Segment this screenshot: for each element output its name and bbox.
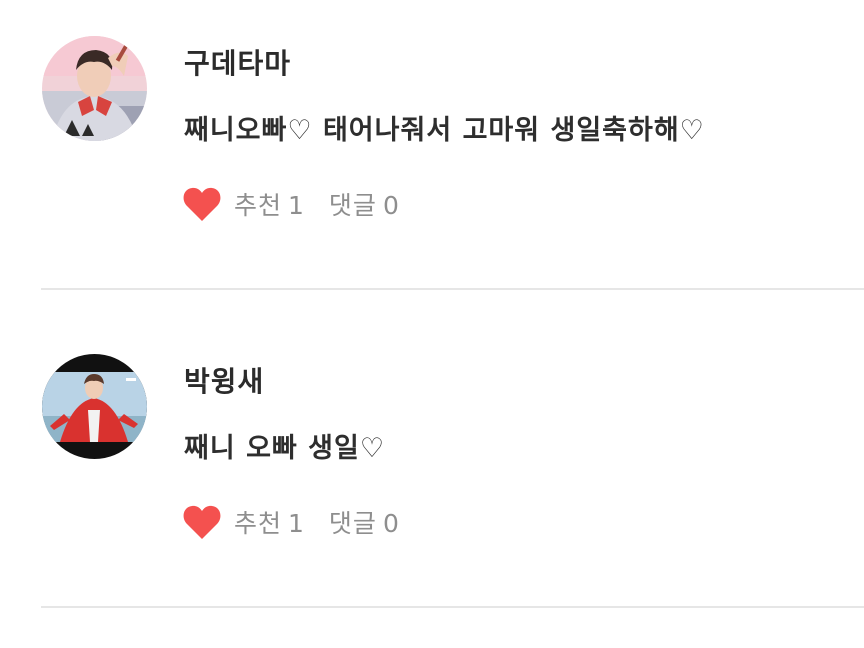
like-button[interactable]: 추천 1 xyxy=(234,504,305,540)
comment-author[interactable]: 박윙새 xyxy=(184,360,264,400)
comment-actions: 추천 1 댓글 0 xyxy=(182,502,400,542)
reply-label: 댓글 xyxy=(328,191,377,220)
avatar-photo xyxy=(42,354,147,459)
heart-icon[interactable] xyxy=(182,503,222,541)
comment-feed: 구데타마 째니오빠♡ 태어나줘서 고마워 생일축하해♡ 추천 1 댓글 0 박윙… xyxy=(0,0,864,648)
comment-author[interactable]: 구데타마 xyxy=(184,42,291,82)
reply-count: 0 xyxy=(382,509,400,538)
like-count: 1 xyxy=(288,509,305,538)
avatar[interactable] xyxy=(42,354,147,459)
divider xyxy=(41,606,864,608)
comment-item: 구데타마 째니오빠♡ 태어나줘서 고마워 생일축하해♡ 추천 1 댓글 0 xyxy=(0,0,864,290)
reply-button[interactable]: 댓글 0 xyxy=(329,504,400,540)
like-count: 1 xyxy=(288,191,305,220)
avatar[interactable] xyxy=(42,36,147,141)
reply-count: 0 xyxy=(382,191,400,220)
comment-actions: 추천 1 댓글 0 xyxy=(182,184,400,224)
comment-text: 째니 오빠 생일♡ xyxy=(184,433,386,464)
avatar-photo xyxy=(42,36,147,141)
like-label: 추천 xyxy=(234,191,283,220)
like-label: 추천 xyxy=(234,509,283,538)
heart-icon[interactable] xyxy=(182,185,222,223)
like-button[interactable]: 추천 1 xyxy=(234,186,305,222)
reply-label: 댓글 xyxy=(328,509,377,538)
reply-button[interactable]: 댓글 0 xyxy=(329,186,400,222)
divider xyxy=(41,288,864,290)
comment-text: 째니오빠♡ 태어나줘서 고마워 생일축하해♡ xyxy=(184,115,705,146)
comment-item: 박윙새 째니 오빠 생일♡ 추천 1 댓글 0 xyxy=(0,318,864,608)
